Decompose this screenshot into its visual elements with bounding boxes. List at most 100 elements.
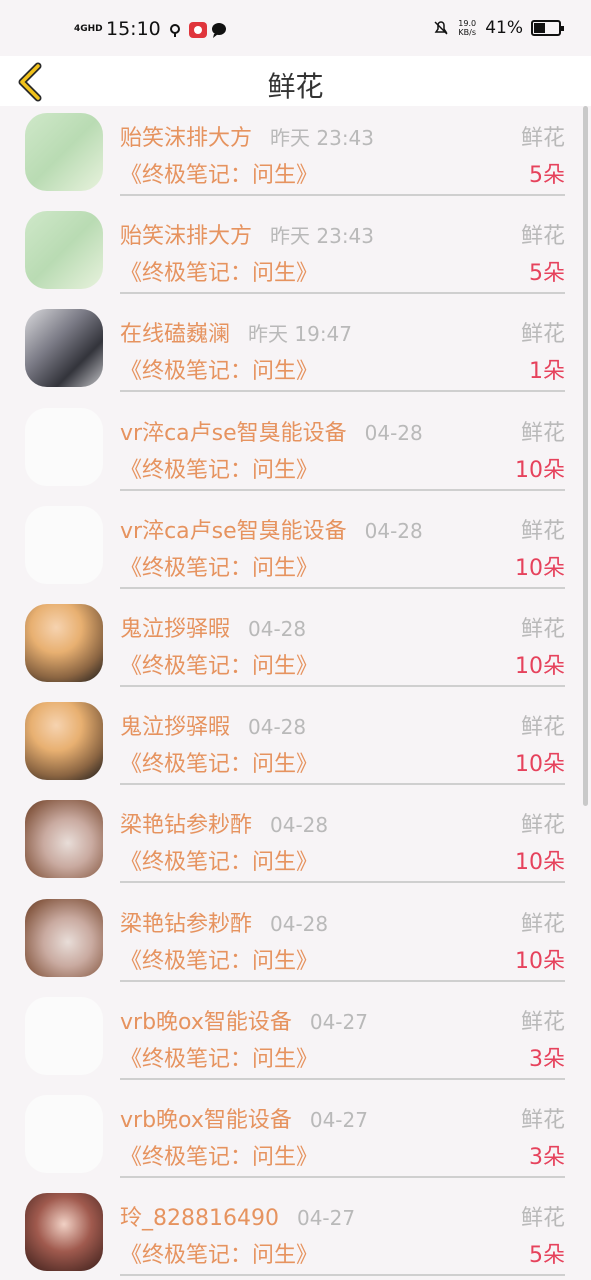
book-title: 《终极笔记：问生》 (120, 752, 319, 778)
timestamp: 昨天 23:43 (270, 126, 375, 150)
gift-type: 鲜花 (520, 616, 565, 642)
user-name-text: 梁艳钻参耖酢 (120, 911, 253, 937)
avatar[interactable] (25, 1193, 103, 1272)
avatar[interactable] (25, 1094, 103, 1173)
divider (120, 390, 565, 393)
gift-count: 3朵 (529, 1144, 565, 1170)
divider (120, 1175, 565, 1178)
gift-count: 5朵 (529, 1243, 565, 1269)
battery-icon (531, 20, 564, 36)
user-name[interactable]: 贻笑沫排大方 昨天 23:43 (120, 120, 374, 152)
battery-percent: 41% (485, 18, 523, 38)
list-item[interactable]: 玲_828816490 04-27 《终极笔记：问生》 鲜花 5朵 (0, 1186, 591, 1280)
user-name[interactable]: 玲_828816490 04-27 (120, 1200, 355, 1232)
gift-type: 鲜花 (520, 518, 565, 544)
timestamp: 昨天 19:47 (248, 322, 353, 347)
avatar[interactable] (25, 800, 103, 879)
avatar[interactable] (25, 309, 103, 388)
avatar[interactable] (25, 702, 103, 781)
timestamp: 04-28 (364, 420, 423, 445)
network-indicator: 4GHD (74, 23, 103, 34)
user-name-text: vr淬ca卢se智臭能设备 (120, 420, 347, 446)
gift-type: 鲜花 (520, 322, 565, 348)
user-name[interactable]: 贻笑沫排大方 昨天 23:43 (120, 218, 374, 250)
gift-count: 1朵 (529, 359, 565, 385)
divider (120, 1274, 565, 1277)
list-item[interactable]: 鬼泣拶驿暇 04-28 《终极笔记：问生》 鲜花 10朵 (0, 695, 591, 793)
book-title: 《终极笔记：问生》 (120, 359, 319, 385)
gift-type: 鲜花 (520, 1107, 565, 1133)
user-name[interactable]: 鬼泣拶驿暇 04-28 (120, 709, 306, 741)
timestamp: 04-28 (248, 616, 307, 641)
user-name-text: 梁艳钻参耖酢 (120, 813, 253, 839)
network-speed-value: 19.0 (458, 19, 477, 28)
user-name[interactable]: vr淬ca卢se智臭能设备 04-28 (120, 415, 423, 447)
list-item[interactable]: 鬼泣拶驿暇 04-28 《终极笔记：问生》 鲜花 10朵 (0, 597, 591, 695)
scrollbar[interactable] (583, 106, 588, 806)
list-item[interactable]: vr淬ca卢se智臭能设备 04-28 《终极笔记：问生》 鲜花 10朵 (0, 401, 591, 499)
user-name[interactable]: vrb晚ox智能设备 04-27 (120, 1102, 368, 1134)
book-title: 《终极笔记：问生》 (120, 948, 319, 974)
gift-type: 鲜花 (520, 1206, 565, 1232)
list-item[interactable]: 贻笑沫排大方 昨天 23:43 《终极笔记：问生》 鲜花 5朵 (0, 204, 591, 302)
gift-count: 10朵 (515, 653, 565, 679)
user-name[interactable]: vr淬ca卢se智臭能设备 04-28 (120, 513, 423, 545)
gift-type: 鲜花 (520, 126, 565, 151)
book-title: 《终极笔记：问生》 (120, 1243, 319, 1269)
list-item[interactable]: vrb晚ox智能设备 04-27 《终极笔记：问生》 鲜花 3朵 (0, 1088, 591, 1186)
avatar[interactable] (25, 996, 103, 1075)
list-item[interactable]: vrb晚ox智能设备 04-27 《终极笔记：问生》 鲜花 3朵 (0, 990, 591, 1088)
mute-bell-icon (433, 20, 449, 36)
divider (120, 586, 565, 589)
user-name-text: 鬼泣拶驿暇 (120, 616, 231, 642)
book-title: 《终极笔记：问生》 (120, 1144, 319, 1170)
book-title: 《终极笔记：问生》 (120, 163, 319, 188)
nav-bar: 鲜花 (0, 56, 591, 106)
user-name-text: vrb晚ox智能设备 (120, 1009, 292, 1035)
divider (120, 194, 565, 196)
divider (120, 1077, 565, 1080)
user-name[interactable]: vrb晚ox智能设备 04-27 (120, 1004, 368, 1036)
user-name[interactable]: 鬼泣拶驿暇 04-28 (120, 611, 306, 643)
book-title: 《终极笔记：问生》 (120, 850, 319, 876)
user-name-text: 贻笑沫排大方 (120, 126, 253, 151)
flower-gift-list[interactable]: 贻笑沫排大方 昨天 23:43 《终极笔记：问生》 鲜花 5朵 贻笑沫排大方 昨天 23:4… (0, 106, 591, 1280)
timestamp: 04-28 (364, 518, 423, 543)
page-title: 鲜花 (267, 70, 324, 103)
timestamp: 04-28 (270, 911, 329, 936)
list-item[interactable]: 贻笑沫排大方 昨天 23:43 《终极笔记：问生》 鲜花 5朵 (0, 106, 591, 204)
clock: 15:10 (106, 18, 161, 40)
avatar[interactable] (25, 407, 103, 486)
user-name-text: 玲_828816490 (120, 1206, 279, 1232)
user-name[interactable]: 梁艳钻参耖酢 04-28 (120, 906, 328, 938)
list-item[interactable]: 在线磕巍澜 昨天 19:47 《终极笔记：问生》 鲜花 1朵 (0, 302, 591, 400)
gift-type: 鲜花 (520, 420, 565, 446)
list-item[interactable]: vr淬ca卢se智臭能设备 04-28 《终极笔记：问生》 鲜花 10朵 (0, 499, 591, 597)
gift-count: 10朵 (515, 555, 565, 581)
gift-count: 10朵 (515, 457, 565, 483)
gift-type: 鲜花 (520, 224, 565, 250)
book-title: 《终极笔记：问生》 (120, 457, 319, 483)
avatar[interactable] (25, 898, 103, 977)
gift-type: 鲜花 (520, 715, 565, 741)
avatar[interactable] (25, 113, 103, 191)
list-item[interactable]: 梁艳钻参耖酢 04-28 《终极笔记：问生》 鲜花 10朵 (0, 793, 591, 891)
book-title: 《终极笔记：问生》 (120, 261, 319, 287)
avatar[interactable] (25, 505, 103, 584)
avatar[interactable] (25, 211, 103, 290)
user-name-text: vr淬ca卢se智臭能设备 (120, 518, 347, 544)
gift-type: 鲜花 (520, 911, 565, 937)
divider (120, 783, 565, 786)
gift-count: 10朵 (515, 752, 565, 778)
gift-count: 3朵 (529, 1046, 565, 1072)
timestamp: 04-28 (270, 813, 329, 838)
avatar[interactable] (25, 603, 103, 682)
book-title: 《终极笔记：问生》 (120, 555, 319, 581)
user-name[interactable]: 梁艳钻参耖酢 04-28 (120, 807, 328, 839)
gift-count: 10朵 (515, 948, 565, 974)
app-notification-icon (188, 21, 207, 38)
list-item[interactable]: 梁艳钻参耖酢 04-28 《终极笔记：问生》 鲜花 10朵 (0, 892, 591, 990)
book-title: 《终极笔记：问生》 (120, 1046, 319, 1072)
divider (120, 979, 565, 982)
user-name[interactable]: 在线磕巍澜 昨天 19:47 (120, 316, 352, 348)
